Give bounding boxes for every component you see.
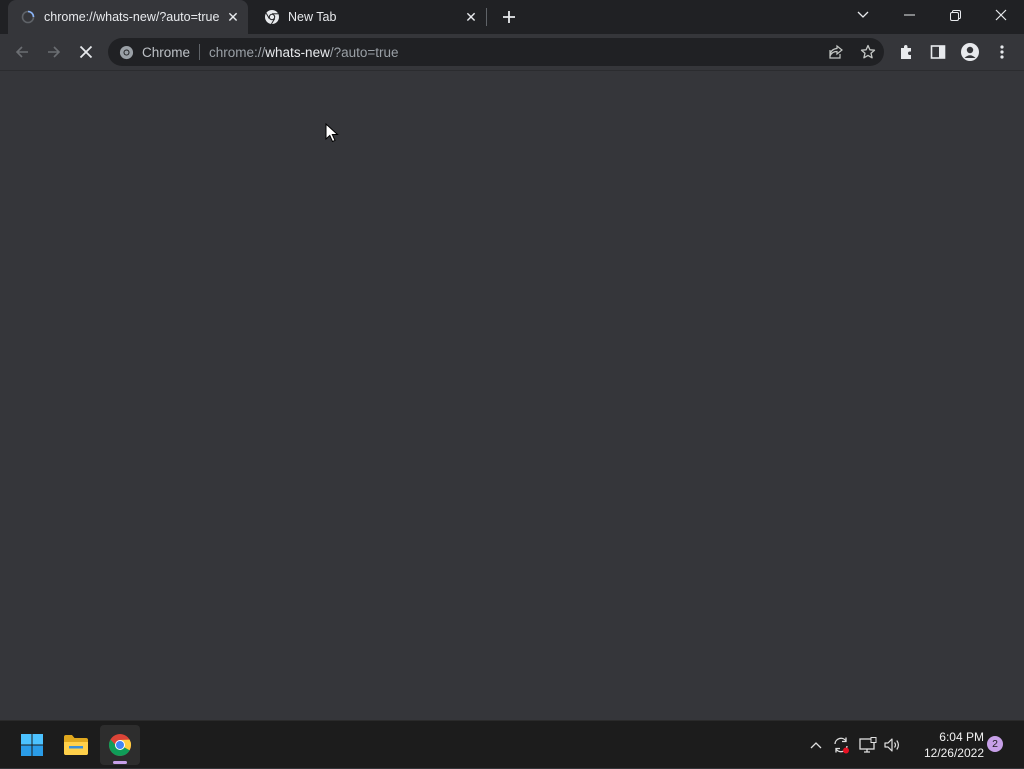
browser-toolbar: Chrome chrome://whats-new/?auto=true (0, 34, 1024, 71)
notification-badge[interactable]: 2 (987, 736, 1003, 752)
url-text[interactable]: chrome://whats-new/?auto=true (209, 45, 399, 60)
omnibox-actions (820, 38, 884, 66)
stop-icon (79, 45, 93, 59)
tab-separator (486, 8, 487, 26)
tab-title: New Tab (288, 10, 337, 24)
back-button[interactable] (8, 38, 36, 66)
puzzle-icon (901, 45, 911, 59)
forward-button[interactable] (40, 38, 68, 66)
url-host: whats-new (265, 44, 330, 60)
file-explorer-button[interactable] (56, 725, 96, 765)
close-window-button[interactable] (978, 0, 1024, 30)
speaker-icon (884, 738, 899, 752)
side-panel-button[interactable] (924, 38, 952, 66)
tab-title: chrome://whats-new/?auto=true (44, 10, 220, 24)
chrome-favicon-icon (264, 9, 280, 25)
share-button[interactable] (820, 38, 852, 66)
new-tab-button[interactable] (498, 6, 520, 28)
tab-whats-new[interactable]: chrome://whats-new/?auto=true ✕ (8, 0, 248, 34)
mouse-cursor-icon (325, 123, 339, 143)
show-hidden-icons-button[interactable] (806, 721, 826, 769)
chevron-up-icon (810, 742, 822, 749)
back-arrow-icon (15, 46, 28, 58)
sync-status-button[interactable] (830, 721, 852, 769)
active-app-indicator (113, 761, 127, 764)
tab-strip: chrome://whats-new/?auto=true ✕ New Tab … (0, 0, 1024, 34)
restore-icon (949, 9, 961, 21)
plus-icon (503, 11, 515, 23)
site-chip-label: Chrome (142, 44, 191, 60)
chrome-icon (109, 734, 131, 757)
sync-icon (834, 737, 849, 754)
tab-close-icon[interactable]: ✕ (462, 8, 480, 26)
avatar-icon (961, 43, 979, 61)
chevron-down-icon (857, 11, 869, 18)
side-panel-icon (930, 45, 946, 59)
windows-start-icon (21, 734, 43, 756)
chrome-taskbar-button[interactable] (100, 725, 140, 765)
chrome-window: chrome://whats-new/?auto=true ✕ New Tab … (0, 0, 1024, 720)
chrome-site-icon[interactable] (118, 44, 134, 60)
extensions-button[interactable] (892, 38, 920, 66)
star-icon (860, 44, 876, 59)
omnibox-separator (199, 44, 201, 60)
system-clock[interactable]: 6:04 PM 12/26/2022 (908, 729, 984, 761)
address-bar[interactable]: Chrome chrome://whats-new/?auto=true (108, 38, 884, 66)
bookmark-button[interactable] (852, 38, 884, 66)
restore-button[interactable] (932, 0, 978, 30)
file-explorer-icon (64, 735, 88, 755)
clock-time: 6:04 PM (939, 730, 984, 744)
menu-button[interactable] (988, 38, 1016, 66)
tab-new-tab[interactable]: New Tab ✕ (252, 0, 486, 34)
clock-date: 12/26/2022 (923, 746, 984, 760)
profile-button[interactable] (956, 38, 984, 66)
volume-button[interactable] (882, 721, 904, 769)
network-icon (859, 737, 877, 753)
minimize-icon (903, 14, 915, 16)
tab-close-icon[interactable]: ✕ (224, 8, 242, 26)
stop-loading-button[interactable] (72, 38, 100, 66)
share-icon (829, 44, 843, 59)
start-button[interactable] (12, 725, 52, 765)
loading-spinner-icon (20, 9, 36, 25)
close-icon (995, 9, 1007, 21)
kebab-menu-icon (1000, 45, 1004, 59)
taskbar: 6:04 PM 12/26/2022 (0, 720, 1024, 768)
network-button[interactable] (857, 721, 879, 769)
url-path: /?auto=true (329, 44, 399, 60)
page-content (0, 71, 1024, 720)
tab-search-button[interactable] (840, 0, 886, 30)
minimize-button[interactable] (886, 0, 932, 30)
forward-arrow-icon (48, 46, 61, 58)
url-scheme: chrome:// (209, 44, 266, 60)
